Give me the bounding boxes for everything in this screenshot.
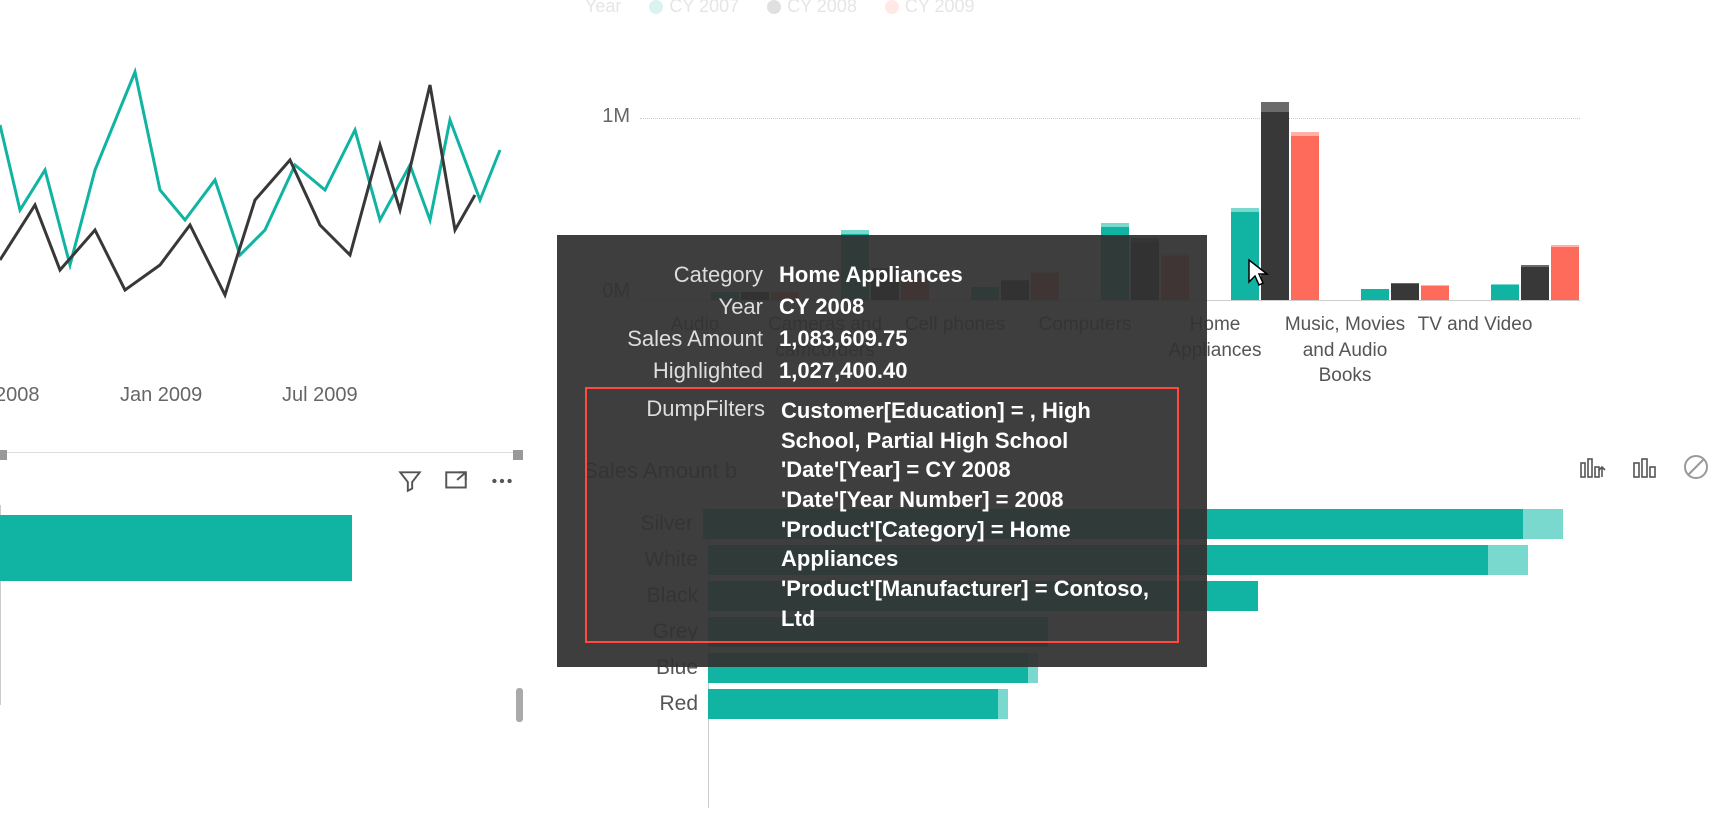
filter-icon[interactable] [397, 468, 423, 494]
tooltip-dump-row: DumpFilters Customer[Education] = , High… [585, 387, 1179, 643]
drill-up-icon[interactable] [1578, 453, 1608, 481]
selection-handle-icon[interactable] [0, 450, 7, 460]
tooltip-row: YearCY 2008 [585, 291, 1179, 323]
hbar-row[interactable]: Red [583, 688, 1563, 720]
x-category-label: TV and Video [1410, 312, 1540, 338]
line-chart[interactable]: 2008 Jan 2009 Jul 2009 [0, 20, 530, 400]
tooltip-label: Sales Amount [585, 323, 771, 355]
x-tick-label: 2008 [0, 384, 40, 407]
mouse-cursor-icon [1247, 258, 1271, 288]
tooltip-row: Sales Amount1,083,609.75 [585, 323, 1179, 355]
tooltip-row: Highlighted1,027,400.40 [585, 355, 1179, 387]
tooltip-label: Year [585, 291, 771, 323]
single-bar[interactable] [0, 515, 352, 581]
focus-mode-icon[interactable] [443, 468, 469, 494]
selection-handle-icon[interactable] [513, 450, 523, 460]
dump-filters-highlight-box: DumpFilters Customer[Education] = , High… [585, 387, 1179, 643]
chart-tooltip: CategoryHome Appliances YearCY 2008 Sale… [557, 235, 1207, 667]
bar-group-music[interactable] [1350, 283, 1460, 300]
tooltip-value: 1,083,609.75 [771, 323, 1179, 355]
disabled-icon[interactable] [1682, 453, 1710, 481]
bottom-left-visual[interactable] [0, 452, 520, 753]
tooltip-value: Home Appliances [771, 259, 1179, 291]
scrollbar-thumb[interactable] [516, 688, 523, 722]
dump-filters-value: Customer[Education] = , High School, Par… [773, 393, 1177, 637]
hbar-toolbar [1578, 453, 1710, 481]
bar-group-home-appliances[interactable] [1220, 102, 1330, 300]
drill-down-icon[interactable] [1630, 453, 1660, 481]
tooltip-value: CY 2008 [771, 291, 1179, 323]
tooltip-label: Highlighted [585, 355, 771, 387]
y-tick-label: 1M [580, 105, 630, 128]
tooltip-row: CategoryHome Appliances [585, 259, 1179, 291]
x-tick-label: Jul 2009 [282, 384, 358, 407]
tooltip-label: Category [585, 259, 771, 291]
tooltip-table: CategoryHome Appliances YearCY 2008 Sale… [585, 259, 1179, 643]
more-options-icon[interactable] [489, 468, 515, 494]
x-tick-label: Jan 2009 [120, 384, 202, 407]
tooltip-value: 1,027,400.40 [771, 355, 1179, 387]
hbar-category-label: Red [583, 692, 708, 716]
line-chart-svg [0, 20, 530, 400]
bar-group-tv[interactable] [1480, 245, 1590, 300]
x-category-label: Music, Movies and Audio Books [1280, 312, 1410, 389]
line-chart-x-axis: 2008 Jan 2009 Jul 2009 [0, 384, 530, 414]
tooltip-label: DumpFilters [587, 393, 773, 637]
visual-header-toolbar [397, 468, 515, 494]
